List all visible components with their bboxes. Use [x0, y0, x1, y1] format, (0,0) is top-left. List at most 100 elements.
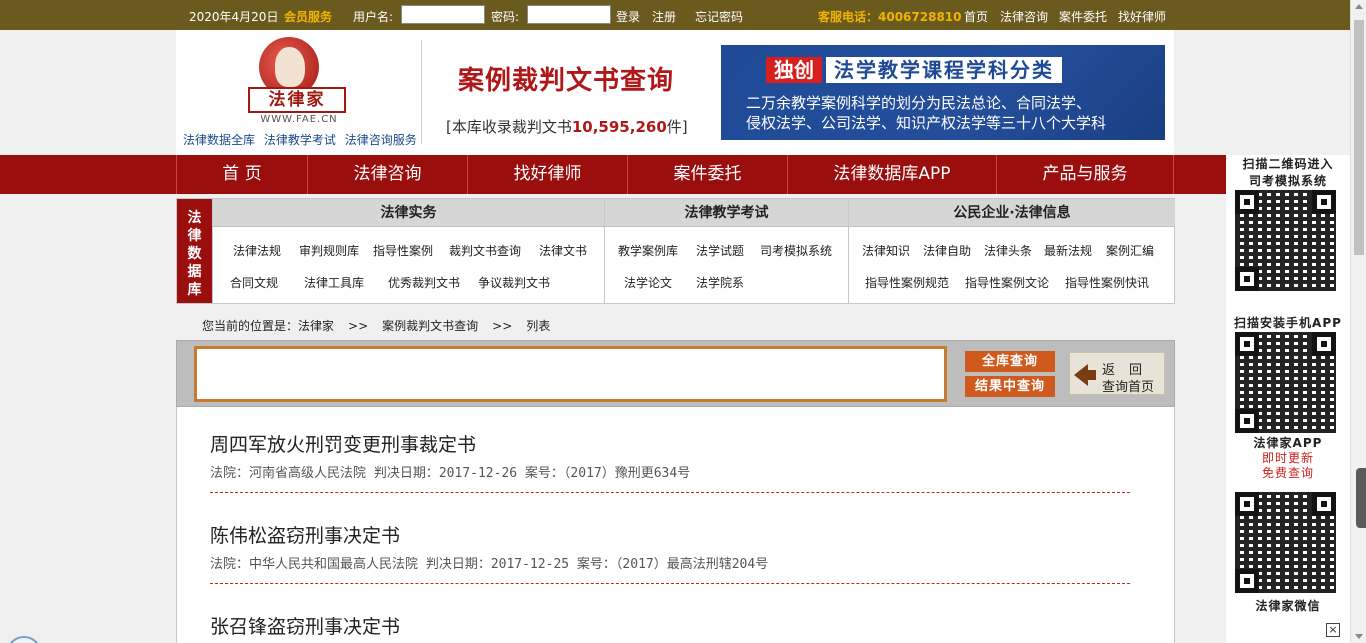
banner-line-2: 侵权法学、公司法学、知识产权法学等三十八个大学科	[746, 114, 1107, 132]
db-link[interactable]: 司考模拟系统	[760, 242, 832, 259]
breadcrumb-separator: >>	[348, 319, 369, 333]
promo-banner[interactable]: 独创 法学教学课程学科分类 二万余教学案例科学的划分为民法总论、合同法学、 侵权…	[721, 45, 1165, 140]
forgot-password-link[interactable]: 忘记密码	[695, 8, 743, 25]
result-divider	[210, 492, 1130, 493]
main-nav: 首 页 法律咨询 找好律师 案件委托 法律数据库APP 产品与服务	[0, 155, 1226, 194]
db-column-title: 法律教学考试	[605, 199, 848, 227]
result-title[interactable]: 周四军放火刑罚变更刑事裁定书	[210, 430, 1130, 457]
result-meta: 法院：河南省高级人民法院 判决日期：2017-12-26 案号：（2017）豫刑…	[210, 466, 691, 481]
nav-products[interactable]: 产品与服务	[996, 155, 1174, 194]
top-link-lawyer[interactable]: 找好律师	[1118, 8, 1166, 25]
db-link[interactable]: 法律工具库	[304, 274, 364, 291]
db-link[interactable]: 合同文规	[230, 274, 278, 291]
username-label: 用户名:	[353, 10, 394, 24]
nav-find-lawyer[interactable]: 找好律师	[467, 155, 627, 194]
breadcrumb-separator: >>	[492, 319, 513, 333]
result-title[interactable]: 陈伟松盗窃刑事决定书	[210, 521, 1130, 548]
list-item: 周四军放火刑罚变更刑事裁定书 法院：河南省高级人民法院 判决日期：2017-12…	[210, 430, 1130, 493]
db-link[interactable]: 法学院系	[696, 274, 744, 291]
db-column-practice: 法律实务 法律法规 审判规则库 指导性案例 裁判文书查询 法律文书 合同文规 法…	[212, 199, 604, 303]
scrollbar-thumb[interactable]	[1354, 20, 1364, 255]
db-column-title: 公民企业·法律信息	[849, 199, 1175, 227]
logo-link-database[interactable]: 法律数据全库	[183, 133, 255, 147]
qr1-caption-2: 司考模拟系统	[1248, 174, 1327, 188]
nav-home[interactable]: 首 页	[176, 155, 307, 194]
db-column-title: 法律实务	[213, 199, 604, 227]
site-header: 法律家 WWW.FAE.CN 法律数据全库 法律教学考试 法律咨询服务 案例裁判…	[176, 30, 1174, 155]
close-icon[interactable]: ×	[1326, 623, 1340, 637]
page-scrollbar[interactable]	[1350, 0, 1366, 643]
db-link[interactable]: 教学案例库	[618, 242, 678, 259]
hotline: 客服电话：4006728810	[818, 10, 962, 24]
logo-link-consult[interactable]: 法律咨询服务	[345, 133, 417, 147]
qr-code-app-icon	[1235, 332, 1336, 433]
password-input[interactable]	[527, 5, 611, 24]
db-link[interactable]: 法律头条	[984, 242, 1032, 259]
db-link[interactable]: 案例汇编	[1106, 242, 1154, 259]
result-title[interactable]: 张召锋盗窃刑事决定书	[210, 612, 1130, 639]
qr-code-wechat-icon	[1235, 492, 1336, 593]
member-service-link[interactable]: 会员服务	[284, 8, 332, 25]
db-link[interactable]: 法律法规	[233, 242, 281, 259]
breadcrumb-home[interactable]: 您当前的位置是：法律家	[202, 319, 334, 333]
breadcrumb-current: 列表	[526, 319, 551, 333]
login-link[interactable]: 登录	[616, 8, 640, 25]
db-link[interactable]: 法律文书	[539, 242, 587, 259]
record-count-value: 10,595,260	[571, 118, 667, 136]
db-link[interactable]: 最新法规	[1044, 242, 1092, 259]
top-link-consult[interactable]: 法律咨询	[1000, 8, 1048, 25]
logo-link-exam[interactable]: 法律教学考试	[264, 133, 336, 147]
db-link[interactable]: 争议裁判文书	[478, 274, 550, 291]
db-link[interactable]: 法学试题	[696, 242, 744, 259]
db-link[interactable]: 裁判文书查询	[449, 242, 521, 259]
qr-sidebar: 扫描二维码进入 司考模拟系统 扫描安装手机APP 法律家APP 即时更新 免费查…	[1226, 155, 1350, 643]
search-within-button[interactable]: 结果中查询	[965, 376, 1055, 397]
qr3-caption: 法律家微信	[1255, 599, 1321, 613]
result-divider	[210, 583, 1130, 584]
db-column-citizen: 公民企业·法律信息 法律知识 法律自助 法律头条 最新法规 案例汇编 指导性案例…	[848, 199, 1175, 303]
scroll-up-icon[interactable]	[1355, 4, 1363, 9]
db-link[interactable]: 法律知识	[862, 242, 910, 259]
results-list: 周四军放火刑罚变更刑事裁定书 法院：河南省高级人民法院 判决日期：2017-12…	[176, 407, 1175, 643]
db-link[interactable]: 法学论文	[624, 274, 672, 291]
db-link[interactable]: 指导性案例快讯	[1065, 274, 1149, 291]
record-count: [本库收录裁判文书10,595,260件]	[446, 118, 688, 136]
qr-code-exam-icon	[1235, 190, 1336, 291]
banner-headline: 法学教学课程学科分类	[826, 57, 1062, 83]
logo-text[interactable]: 法律家	[248, 87, 346, 113]
page-title: 案例裁判文书查询	[458, 66, 675, 96]
top-link-home[interactable]: 首页	[964, 8, 988, 25]
search-input[interactable]	[194, 346, 947, 402]
top-link-case[interactable]: 案件委托	[1059, 8, 1107, 25]
db-link[interactable]: 指导性案例文论	[965, 274, 1049, 291]
nav-case-entrust[interactable]: 案件委托	[627, 155, 787, 194]
banner-badge: 独创	[766, 57, 822, 83]
qr2-caption: 扫描安装手机APP	[1234, 316, 1342, 330]
db-link[interactable]: 指导性案例规范	[865, 274, 949, 291]
nav-database-app[interactable]: 法律数据库APP	[787, 155, 996, 194]
search-all-button[interactable]: 全库查询	[965, 351, 1055, 372]
qr2-note-2: 免费查询	[1261, 466, 1314, 480]
back-button-label-2: 查询首页	[1102, 380, 1155, 395]
list-item: 陈伟松盗窃刑事决定书 法院：中华人民共和国最高人民法院 判决日期：2017-12…	[210, 521, 1130, 584]
qr1-caption-1: 扫描二维码进入	[1242, 157, 1334, 171]
scroll-down-icon[interactable]	[1355, 634, 1363, 639]
header-divider	[421, 40, 422, 144]
breadcrumb-section[interactable]: 案例裁判文书查询	[382, 319, 478, 333]
db-link[interactable]: 优秀裁判文书	[388, 274, 460, 291]
side-float-tab[interactable]	[1356, 468, 1366, 528]
floating-chat-icon[interactable]	[6, 636, 42, 643]
database-menu: 法律数据库 法律实务 法律法规 审判规则库 指导性案例 裁判文书查询 法律文书 …	[176, 198, 1175, 304]
breadcrumb: 您当前的位置是：法律家 >> 案例裁判文书查询 >> 列表	[202, 317, 564, 334]
list-item: 张召锋盗窃刑事决定书	[210, 612, 1130, 639]
register-link[interactable]: 注册	[652, 8, 676, 25]
back-to-search-home-button[interactable]: 返回 查询首页	[1069, 352, 1165, 395]
top-bar: 2020年4月20日 会员服务 用户名: 密码: 登录 注册 忘记密码 客服电话…	[0, 0, 1350, 30]
db-link[interactable]: 法律自助	[923, 242, 971, 259]
password-label: 密码:	[491, 10, 520, 24]
db-link[interactable]: 指导性案例	[373, 242, 433, 259]
search-panel: 全库查询 结果中查询 返回 查询首页	[176, 340, 1175, 407]
db-link[interactable]: 审判规则库	[299, 242, 359, 259]
username-input[interactable]	[401, 5, 485, 24]
nav-consult[interactable]: 法律咨询	[307, 155, 467, 194]
